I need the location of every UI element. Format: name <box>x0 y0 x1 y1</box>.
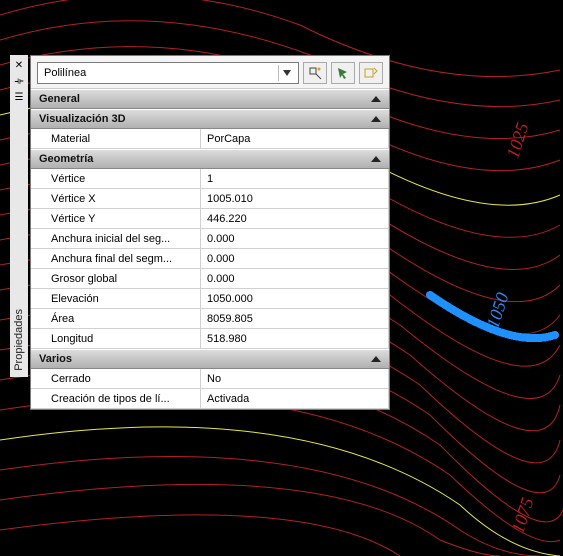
section-varios[interactable]: Varios <box>31 349 389 369</box>
quick-select-button[interactable] <box>303 62 327 84</box>
property-label: Creación de tipos de lí... <box>31 389 201 409</box>
select-objects-button[interactable] <box>331 62 355 84</box>
property-value[interactable]: 0.000 <box>201 249 389 269</box>
property-value[interactable]: 0.000 <box>201 229 389 249</box>
vis3d-grid: MaterialPorCapa <box>31 129 389 149</box>
section-title: Geometría <box>39 153 93 165</box>
chevron-down-icon <box>278 65 294 81</box>
panel-header: Polilínea <box>31 56 389 89</box>
property-value[interactable]: Activada <box>201 389 389 409</box>
property-value[interactable]: 518.980 <box>201 329 389 349</box>
section-vis3d[interactable]: Visualización 3D <box>31 109 389 129</box>
property-value[interactable]: 1005.010 <box>201 189 389 209</box>
pin-icon[interactable]: ⟛ <box>12 74 26 88</box>
close-icon[interactable]: ✕ <box>12 58 26 72</box>
property-value[interactable]: 8059.805 <box>201 309 389 329</box>
property-value[interactable]: No <box>201 369 389 389</box>
geom-grid: Vértice1Vértice X1005.010Vértice Y446.22… <box>31 169 389 349</box>
property-label: Vértice <box>31 169 201 189</box>
section-general[interactable]: General <box>31 89 389 109</box>
section-title: General <box>39 93 80 105</box>
object-type-value: Polilínea <box>44 67 86 79</box>
palette-title: Propiedades <box>13 305 25 375</box>
varios-grid: CerradoNoCreación de tipos de lí...Activ… <box>31 369 389 409</box>
properties-panel: Polilínea General Visualización 3D Mat <box>30 55 390 410</box>
collapse-icon <box>371 356 381 362</box>
property-value[interactable]: 1 <box>201 169 389 189</box>
options-icon[interactable]: ☰ <box>12 90 26 104</box>
section-title: Varios <box>39 353 72 365</box>
properties-palette: ✕ ⟛ ☰ Propiedades Polilínea General <box>10 55 390 410</box>
collapse-icon <box>371 96 381 102</box>
property-value[interactable]: PorCapa <box>201 129 389 149</box>
property-label: Anchura final del segm... <box>31 249 201 269</box>
property-label: Anchura inicial del seg... <box>31 229 201 249</box>
palette-side-controls: ✕ ⟛ ☰ Propiedades <box>10 55 28 377</box>
toggle-pickadd-button[interactable] <box>359 62 383 84</box>
object-type-selector[interactable]: Polilínea <box>37 62 299 84</box>
property-label: Material <box>31 129 201 149</box>
property-value[interactable]: 0.000 <box>201 269 389 289</box>
property-label: Elevación <box>31 289 201 309</box>
property-label: Vértice Y <box>31 209 201 229</box>
section-title: Visualización 3D <box>39 113 126 125</box>
property-value[interactable]: 446.220 <box>201 209 389 229</box>
property-label: Longitud <box>31 329 201 349</box>
collapse-icon <box>371 156 381 162</box>
collapse-icon <box>371 116 381 122</box>
property-label: Área <box>31 309 201 329</box>
property-label: Grosor global <box>31 269 201 289</box>
property-value[interactable]: 1050.000 <box>201 289 389 309</box>
property-label: Cerrado <box>31 369 201 389</box>
section-geom[interactable]: Geometría <box>31 149 389 169</box>
property-label: Vértice X <box>31 189 201 209</box>
